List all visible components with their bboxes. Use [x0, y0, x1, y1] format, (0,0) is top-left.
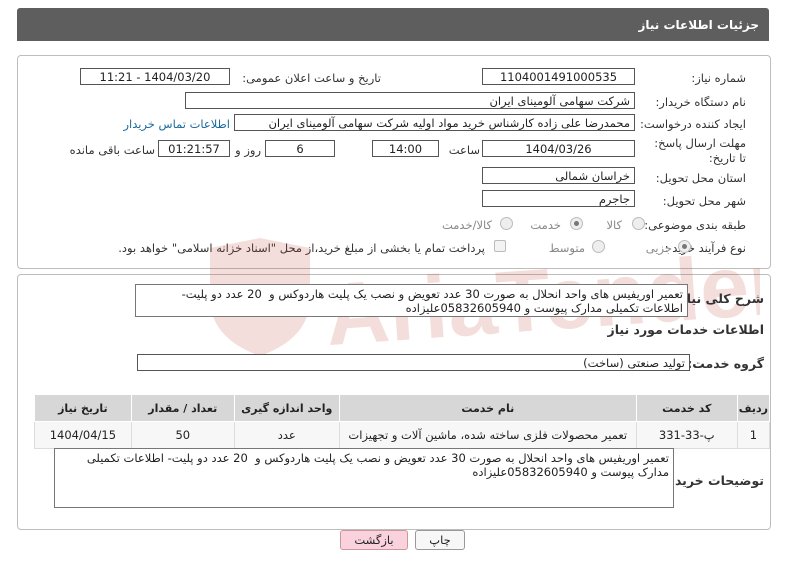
contact-buyer-link[interactable]: اطلاعات تماس خریدار — [123, 117, 230, 131]
need-number-label: شماره نیاز: — [691, 71, 746, 85]
category-option-goods: کالا — [606, 218, 622, 232]
buyer-notes-textarea[interactable]: تعمیر اوریفیس های واحد انحلال به صورت 30… — [54, 448, 674, 508]
category-option-service: خدمت — [530, 218, 561, 232]
col-quantity: تعداد / مقدار — [130, 394, 235, 422]
cell-row-number: 1 — [736, 421, 771, 449]
print-button[interactable]: چاپ — [415, 530, 465, 550]
remaining-label: ساعت باقی مانده — [69, 143, 155, 157]
process-option-minor: جزیی — [645, 241, 672, 255]
need-number-field: 1104001491000535 — [482, 68, 635, 85]
table-row: 1 پ-33-331 تعمیر محصولات فلزی ساخته شده،… — [34, 421, 771, 449]
back-button[interactable]: بازگشت — [340, 530, 408, 550]
process-label: نوع فرآیند خرید : — [664, 241, 746, 255]
category-radio-service[interactable] — [570, 217, 583, 230]
cell-need-date: 1404/04/15 — [34, 421, 132, 449]
city-field: جاجرم — [482, 190, 635, 207]
page-title: جزئیات اطلاعات نیاز — [638, 18, 759, 32]
col-service-code: کد خدمت — [635, 394, 738, 422]
col-need-date: تاریخ نیاز — [34, 394, 132, 422]
category-radio-goods[interactable] — [632, 217, 645, 230]
creator-field: محمدرضا علی زاده کارشناس خرید مواد اولیه… — [234, 114, 635, 131]
deadline-date-field: 1404/03/26 — [482, 140, 635, 157]
province-label: استان محل تحویل: — [655, 171, 746, 185]
deadline-time-field: 14:00 — [372, 140, 439, 157]
category-label: طبقه بندی موضوعی: — [644, 218, 746, 232]
buyer-field: شرکت سهامی آلومینای ایران — [185, 92, 635, 109]
service-group-label: گروه خدمت: — [687, 356, 764, 371]
cell-service-code: پ-33-331 — [635, 421, 738, 449]
page-header: جزئیات اطلاعات نیاز — [17, 8, 769, 41]
province-field: خراسان شمالی — [482, 167, 635, 184]
summary-textarea[interactable]: تعمیر اوریفیس های واحد انحلال به صورت 30… — [135, 284, 688, 317]
days-label: روز و — [235, 143, 261, 157]
service-group-field: تولید صنعتی (ساخت) — [137, 354, 690, 371]
remaining-time-field: 01:21:57 — [158, 140, 230, 157]
col-service-name: نام خدمت — [338, 394, 637, 422]
announce-label: تاریخ و ساعت اعلان عمومی: — [242, 71, 381, 85]
creator-label: ایجاد کننده درخواست: — [640, 117, 746, 131]
city-label: شهر محل تحویل: — [662, 194, 746, 208]
treasury-note: پرداخت تمام یا بخشی از مبلغ خرید،از محل … — [118, 241, 485, 255]
cell-service-name: تعمیر محصولات فلزی ساخته شده، ماشین آلات… — [338, 421, 637, 449]
deadline-label: مهلت ارسال پاسخ: تا تاریخ: — [654, 136, 746, 165]
process-option-medium: متوسط — [548, 241, 585, 255]
buyer-notes-label: توضیحات خریدار: — [658, 473, 764, 488]
category-radio-goods-service[interactable] — [500, 217, 513, 230]
announce-field: 1404/03/20 - 11:21 — [80, 68, 230, 85]
process-radio-medium[interactable] — [592, 240, 605, 253]
services-section-title: اطلاعات خدمات مورد نیاز — [607, 322, 765, 337]
days-field: 6 — [265, 140, 335, 157]
treasury-checkbox[interactable] — [494, 240, 506, 252]
buyer-label: نام دستگاه خریدار: — [655, 95, 746, 109]
table-header-row: ردیف کد خدمت نام خدمت واحد اندازه گیری ت… — [34, 394, 771, 422]
time-label: ساعت — [448, 143, 480, 157]
col-row-number: ردیف — [736, 394, 771, 422]
col-unit: واحد اندازه گیری — [233, 394, 340, 422]
category-option-goods-service: کالا/خدمت — [441, 218, 492, 232]
cell-unit: عدد — [233, 421, 340, 449]
services-table: ردیف کد خدمت نام خدمت واحد اندازه گیری ت… — [34, 394, 771, 449]
cell-quantity: 50 — [130, 421, 235, 449]
process-radio-minor[interactable] — [678, 240, 691, 253]
